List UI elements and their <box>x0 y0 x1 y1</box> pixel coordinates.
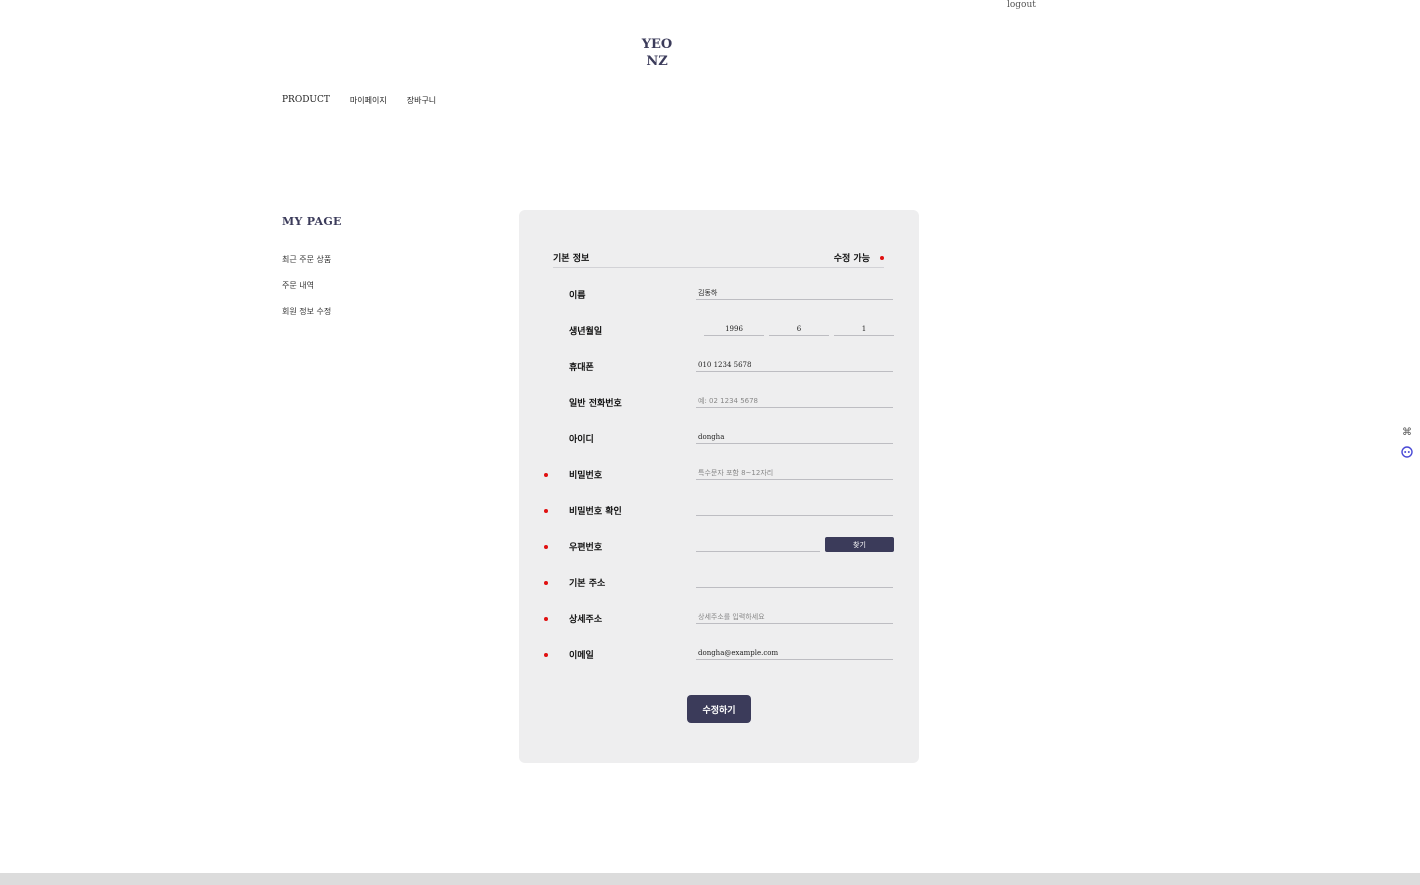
email-row: 이메일 <box>519 646 919 670</box>
zipcode-label: 우편번호 <box>569 543 603 553</box>
floating-extension-icons: ⌘ <box>1396 422 1420 462</box>
panel-header: 기본 정보 수정 가능 <box>553 251 884 268</box>
section-title: 기본 정보 <box>553 254 590 264</box>
required-dot <box>544 617 548 621</box>
submit-button[interactable]: 수정하기 <box>687 695 751 723</box>
address-detail-label: 상세주소 <box>569 615 603 625</box>
nav-mypage[interactable]: 마이페이지 <box>350 95 387 106</box>
name-row: 이름 <box>519 286 919 310</box>
sidebar-menu: 최근 주문 상품 주문 내역 회원 정보 수정 <box>282 254 331 332</box>
name-field[interactable] <box>696 286 893 300</box>
sidebar-item-order-history[interactable]: 주문 내역 <box>282 280 331 306</box>
user-id-row: 아이디 <box>519 430 919 454</box>
password-row: 비밀번호 <box>519 466 919 490</box>
find-zipcode-button[interactable]: 찾기 <box>825 537 894 552</box>
nav-cart[interactable]: 장바구니 <box>407 95 436 106</box>
site-logo[interactable]: YEO NZ <box>632 36 682 70</box>
password-field[interactable] <box>696 466 893 480</box>
mobile-label: 휴대폰 <box>569 363 594 373</box>
birth-month-field[interactable] <box>769 322 829 336</box>
email-field[interactable] <box>696 646 893 660</box>
command-icon[interactable]: ⌘ <box>1396 422 1418 442</box>
birth-year-field[interactable] <box>704 322 764 336</box>
birth-row: 생년월일 <box>519 322 919 346</box>
profile-edit-panel: 기본 정보 수정 가능 이름 생년월일 휴대폰 일반 전화번호 아이디 비밀번호… <box>519 210 919 763</box>
sidebar-item-recent-orders[interactable]: 최근 주문 상품 <box>282 254 331 280</box>
address-field[interactable] <box>696 574 893 588</box>
mobile-row: 휴대폰 <box>519 358 919 382</box>
password-confirm-label: 비밀번호 확인 <box>569 507 622 517</box>
logo-line-1: YEO <box>641 37 673 52</box>
sidebar-title: MY PAGE <box>282 215 342 228</box>
robot-icon[interactable] <box>1396 442 1418 462</box>
address-detail-field[interactable] <box>696 610 893 624</box>
password-confirm-row: 비밀번호 확인 <box>519 502 919 526</box>
email-label: 이메일 <box>569 651 594 661</box>
sidebar-item-edit-profile[interactable]: 회원 정보 수정 <box>282 306 331 332</box>
birth-label: 생년월일 <box>569 327 603 337</box>
birth-day-field[interactable] <box>834 322 894 336</box>
required-dot <box>544 653 548 657</box>
mobile-field[interactable] <box>696 358 893 372</box>
required-dot <box>544 545 548 549</box>
phone-label: 일반 전화번호 <box>569 399 622 409</box>
required-dot <box>544 473 548 477</box>
required-dot <box>544 581 548 585</box>
main-nav: PRODUCT 마이페이지 장바구니 <box>282 95 456 106</box>
address-detail-row: 상세주소 <box>519 610 919 634</box>
user-id-field[interactable] <box>696 430 893 444</box>
address-row: 기본 주소 <box>519 574 919 598</box>
zipcode-row: 우편번호 찾기 <box>519 537 919 562</box>
logo-line-2: NZ <box>646 54 668 69</box>
name-label: 이름 <box>569 291 586 301</box>
zipcode-field[interactable] <box>696 538 820 552</box>
phone-row: 일반 전화번호 <box>519 394 919 418</box>
password-confirm-field[interactable] <box>696 502 893 516</box>
required-dot <box>880 256 884 260</box>
password-label: 비밀번호 <box>569 471 603 481</box>
address-label: 기본 주소 <box>569 579 606 589</box>
user-id-label: 아이디 <box>569 435 594 445</box>
editable-label: 수정 가능 <box>833 254 870 264</box>
logout-link[interactable]: logout <box>1007 0 1036 10</box>
nav-product[interactable]: PRODUCT <box>282 95 330 106</box>
required-dot <box>544 509 548 513</box>
phone-field[interactable] <box>696 394 893 408</box>
footer-bar <box>0 873 1420 885</box>
